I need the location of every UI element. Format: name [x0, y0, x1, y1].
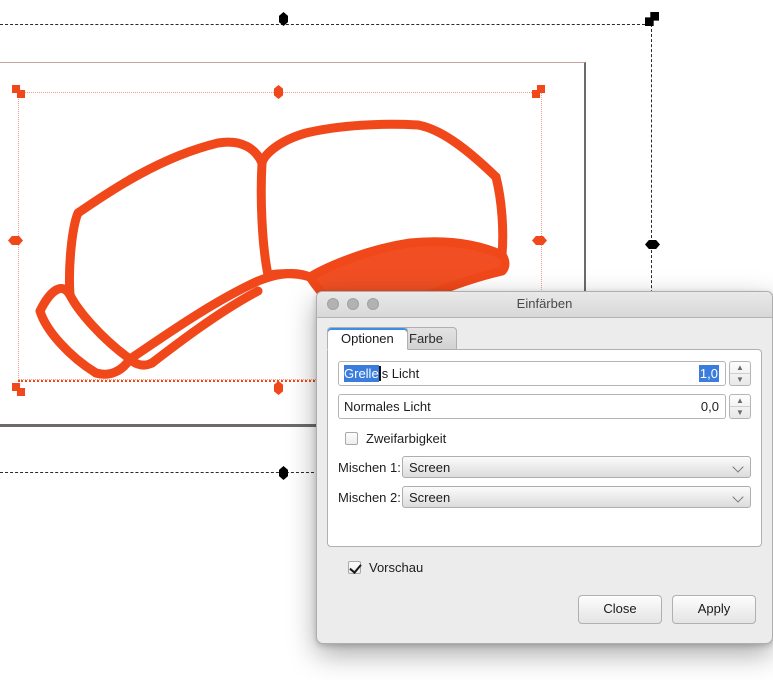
mischen-2-select[interactable]: Screen — [402, 486, 751, 508]
einfaerben-dialog[interactable]: Einfärben Farbe Optionen Grelles Licht 1… — [316, 291, 773, 644]
tab-panel-optionen: Grelles Licht 1,0 ▲ ▼ Normales Licht 0,0 — [327, 349, 762, 547]
grelles-licht-label-rest: s Licht — [382, 366, 420, 381]
chevron-down-icon — [734, 463, 743, 472]
field-row-grelles-licht[interactable]: Grelles Licht 1,0 ▲ ▼ — [338, 361, 751, 386]
stepper-down-icon[interactable]: ▼ — [730, 407, 750, 418]
dialog-titlebar[interactable]: Einfärben — [317, 292, 772, 318]
mischen-1-row[interactable]: Mischen 1: Screen — [338, 456, 751, 478]
grelles-licht-label-selected: Grelle — [344, 365, 379, 382]
grelles-licht-stepper[interactable]: ▲ ▼ — [729, 361, 751, 386]
vorschau-checkbox[interactable] — [348, 561, 361, 574]
mischen-2-label: Mischen 2: — [338, 490, 402, 505]
dialog-footer: Vorschau Close Apply — [317, 560, 772, 624]
text-caret — [379, 366, 381, 381]
stepper-up-icon[interactable]: ▲ — [730, 395, 750, 407]
vorschau-row[interactable]: Vorschau — [348, 560, 762, 575]
tab-optionen[interactable]: Optionen — [327, 327, 408, 350]
vorschau-label: Vorschau — [369, 560, 423, 575]
dialog-title: Einfärben — [317, 296, 772, 311]
zweifarbigkeit-checkbox[interactable] — [345, 432, 358, 445]
mischen-2-row[interactable]: Mischen 2: Screen — [338, 486, 751, 508]
normales-licht-stepper[interactable]: ▲ ▼ — [729, 394, 751, 419]
dialog-button-row: Close Apply — [327, 595, 762, 624]
guide-horizontal-top[interactable] — [0, 24, 650, 25]
grelles-licht-input[interactable]: Grelles Licht 1,0 — [338, 361, 726, 386]
guide-handle-right[interactable] — [645, 240, 660, 249]
chevron-down-icon — [734, 493, 743, 502]
mischen-1-value: Screen — [409, 460, 450, 475]
mischen-1-select[interactable]: Screen — [402, 456, 751, 478]
stepper-up-icon[interactable]: ▲ — [730, 362, 750, 374]
tab-strip[interactable]: Farbe Optionen — [327, 327, 762, 350]
stepper-down-icon[interactable]: ▼ — [730, 374, 750, 385]
apply-button[interactable]: Apply — [672, 595, 756, 624]
zweifarbigkeit-row[interactable]: Zweifarbigkeit — [345, 431, 751, 446]
normales-licht-label: Normales Licht — [344, 399, 431, 414]
mischen-1-label: Mischen 1: — [338, 460, 402, 475]
mischen-2-value: Screen — [409, 490, 450, 505]
field-row-normales-licht[interactable]: Normales Licht 0,0 ▲ ▼ — [338, 394, 751, 419]
normales-licht-value[interactable]: 0,0 — [701, 399, 719, 414]
guide-handle-bottom[interactable] — [279, 466, 288, 480]
close-button-action[interactable]: Close — [578, 595, 662, 624]
grelles-licht-value[interactable]: 1,0 — [699, 365, 719, 382]
normales-licht-input[interactable]: Normales Licht 0,0 — [338, 394, 726, 419]
guide-handle-corner[interactable] — [645, 12, 659, 26]
zweifarbigkeit-label: Zweifarbigkeit — [366, 431, 446, 446]
